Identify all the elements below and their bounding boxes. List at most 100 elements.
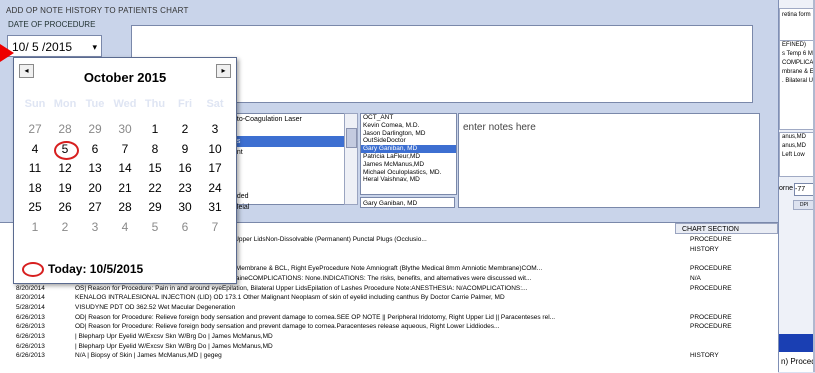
doctor-list-item[interactable]: Heral Vaishnav, MD [361, 176, 456, 184]
calendar-day[interactable]: 11 [20, 159, 50, 179]
history-row[interactable]: 6/26/2013 OD| Reason for Procedure: Relie… [0, 322, 778, 331]
procedure-list-item[interactable]: es [231, 136, 351, 147]
today-link[interactable]: Today: 10/5/2015 [22, 262, 143, 278]
calendar-day[interactable]: 27 [80, 198, 110, 218]
history-date: 6/26/2013 [16, 323, 45, 331]
procedure-list-item[interactable]: dded [231, 191, 351, 202]
weekday-label: Wed [113, 98, 137, 110]
history-section: PROCEDURE [690, 265, 732, 273]
notes-input[interactable]: enter notes here [458, 113, 760, 208]
doctor-list-item[interactable]: OutSideDoctor [361, 137, 456, 145]
calendar-day[interactable]: 9 [170, 140, 200, 160]
calendar-day[interactable]: 21 [110, 179, 140, 199]
doctor-list-item[interactable]: Michael Oculoplastics, MD. [361, 169, 456, 177]
history-row[interactable]: 6/26/2013 | Blepharp Upr Eyelid W/Excsv S… [0, 332, 778, 341]
calendar-day[interactable]: 17 [200, 159, 230, 179]
calendar-day[interactable]: 3 [80, 218, 110, 238]
calendar-day[interactable]: 4 [110, 218, 140, 238]
history-row[interactable]: 6/26/2013 OD| Reason for Procedure: Relie… [0, 313, 778, 322]
history-row[interactable]: 8/20/2014 OS| Reason for Procedure: Pain … [0, 284, 778, 293]
calendar-day[interactable]: 12 [50, 159, 80, 179]
calendar-day[interactable]: 29 [80, 120, 110, 140]
doctor-list-item[interactable]: Jason Darlington, MD [361, 130, 456, 138]
date-of-procedure-picker[interactable]: 10/ 5 /2015 ▾ [7, 35, 102, 57]
procedure-list-item[interactable]: eleial [231, 202, 351, 213]
calendar-day[interactable]: 6 [170, 218, 200, 238]
procedure-list-item[interactable]: oto-Coagulation Laser [231, 114, 351, 125]
calendar-day[interactable]: 23 [170, 179, 200, 199]
calendar-day[interactable]: 10 [200, 140, 230, 160]
calendar-day[interactable]: 27 [20, 120, 50, 140]
calendar-day[interactable]: 6 [80, 140, 110, 160]
calendar-day[interactable]: 18 [20, 179, 50, 199]
weekday-header: Sun Mon Tue Wed Thu Fri Sat [20, 98, 230, 110]
doctor-list-item[interactable]: Gary Ganiban, MD [361, 145, 456, 153]
calendar-day[interactable]: 16 [170, 159, 200, 179]
calendar-day[interactable]: 8 [140, 140, 170, 160]
calendar-day[interactable]: 28 [50, 120, 80, 140]
doctor-list[interactable]: OCT_ANT Kevin Comea, M.D. Jason Darlington… [360, 113, 457, 195]
calendar-day[interactable]: 29 [140, 198, 170, 218]
calendar-day[interactable]: 5 [140, 218, 170, 238]
calendar-day[interactable]: 25 [20, 198, 50, 218]
doctor-list-item[interactable]: Patricia LaFleur,MD [361, 153, 456, 161]
calendar-day[interactable]: 2 [50, 218, 80, 238]
side-text: retina form [779, 8, 815, 42]
procedure-list-item[interactable]: ent [231, 147, 351, 158]
history-text: OD| Reason for Procedure: Relieve foreig… [75, 323, 500, 331]
calendar-day[interactable]: 24 [200, 179, 230, 199]
calendar-day[interactable]: 15 [140, 159, 170, 179]
calendar-month-label: October 2015 [83, 70, 167, 85]
procedure-list-item[interactable] [231, 125, 351, 136]
procedure-list[interactable]: oto-Coagulation Laseresentddedeleial- Co… [230, 113, 352, 255]
history-date: 5/28/2014 [16, 303, 45, 311]
calendar-day[interactable]: 1 [140, 120, 170, 140]
procedure-list-item[interactable] [231, 158, 351, 169]
calendar-day[interactable]: 7 [110, 140, 140, 160]
procedure-list-item[interactable] [231, 180, 351, 191]
calendar-day[interactable]: 5 [50, 140, 80, 159]
doctor-list-item[interactable]: James McManus,MD [361, 161, 456, 169]
calendar-day[interactable]: 26 [50, 198, 80, 218]
procedure-list-scrollbar[interactable] [344, 113, 358, 205]
calendar-day[interactable]: 2 [170, 120, 200, 140]
calendar-day[interactable]: 19 [50, 179, 80, 199]
side-panel-line: mbrane & E [782, 69, 814, 75]
side-tab[interactable]: DPI [793, 200, 815, 210]
calendar-day[interactable]: 7 [200, 218, 230, 238]
calendar-day[interactable]: 3 [200, 120, 230, 140]
calendar-day[interactable]: 28 [110, 198, 140, 218]
scroll-thumb[interactable] [346, 128, 357, 148]
pointer-arrow-icon [0, 44, 14, 62]
calendar-day[interactable]: 14 [110, 159, 140, 179]
history-row[interactable]: 8/20/2014 KENALOG INTRALESIONAL INJECTION… [0, 293, 778, 302]
side-panel-b: anus,MD anus,MD Left Low [779, 132, 815, 177]
history-row[interactable]: 5/28/2014 VISUDYNE PDT OD 362.52 Wet Macu… [0, 303, 778, 312]
history-row[interactable]: 6/26/2013 | Blepharp Upr Eyelid W/Excsv S… [0, 342, 778, 351]
calendar-day[interactable]: 30 [170, 198, 200, 218]
chart-section-header[interactable]: CHART SECTION [675, 223, 778, 234]
background-window: retina form EFINED) s Temp 6 M COMPLICA mbr… [779, 0, 815, 372]
dropdown-arrow-icon[interactable]: ▾ [92, 36, 97, 58]
calendar-week: 25 26 27 28 29 30 31 [20, 198, 230, 218]
side-selection-bar [779, 334, 815, 352]
calendar-day[interactable]: 22 [140, 179, 170, 199]
side-control-value[interactable]: -77 [794, 183, 815, 196]
calendar-day[interactable]: 4 [20, 140, 50, 160]
procedure-list-item[interactable] [231, 169, 351, 180]
calendar-day[interactable]: 31 [200, 198, 230, 218]
calendar-day[interactable]: 30 [110, 120, 140, 140]
calendar-day[interactable]: 13 [80, 159, 110, 179]
calendar-day[interactable]: 20 [80, 179, 110, 199]
side-panel-line: Left Low [782, 152, 805, 158]
history-date: 8/20/2014 [16, 294, 45, 302]
side-panel-line: . Bilateral U [782, 78, 814, 84]
history-section: N/A [690, 274, 701, 282]
side-control: orne -77 [779, 182, 815, 196]
calendar-day[interactable]: 1 [20, 218, 50, 238]
calendar-week: 1234567 [20, 218, 230, 238]
doctor-list-item[interactable]: OCT_ANT [361, 114, 456, 122]
doctor-list-item[interactable]: Kevin Comea, M.D. [361, 122, 456, 130]
doctor-select[interactable]: Gary Ganiban, MD [360, 197, 455, 208]
history-row[interactable]: 6/26/2013 N/A | Biopsy of Skin | James Mc… [0, 351, 778, 360]
